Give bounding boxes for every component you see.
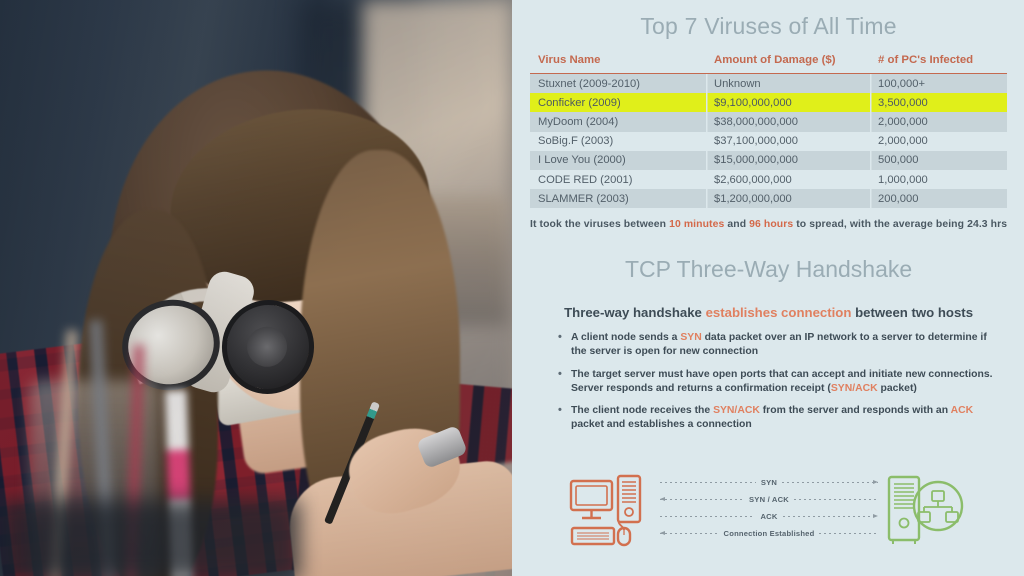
bullet-item: The client node receives the SYN/ACK fro…	[558, 403, 995, 432]
note-text-3: to spread, with the average being 24.3 h…	[793, 219, 1008, 231]
bullet-item: A client node sends a SYN data packet ov…	[558, 330, 995, 359]
bullet-text: A client node sends a	[571, 332, 681, 344]
handshake-messages: SYN SYN / ACK ACK Connection Established	[660, 474, 879, 552]
dash-left	[660, 533, 719, 534]
table-cell-damage: $1,200,000,000	[706, 189, 870, 209]
column-header-damage: Amount of Damage ($)	[706, 54, 870, 74]
table-row: SLAMMER (2003) $1,200,000,000 200,000	[530, 189, 1008, 209]
table-cell-damage: $9,100,000,000	[706, 93, 870, 113]
table-cell-infected: 1,000,000	[870, 170, 1007, 189]
table-cell-damage: $2,600,000,000	[706, 170, 870, 189]
viruses-note: It took the viruses between 10 minutes a…	[530, 219, 1007, 230]
content-panel: Top 7 Viruses of All Time Virus Name Amo…	[512, 0, 1024, 576]
dash-left	[660, 482, 756, 483]
viruses-title: Top 7 Viruses of All Time	[640, 13, 897, 39]
bullet-text: The client node receives the	[571, 404, 714, 416]
handshake-diagram: SYN SYN / ACK ACK Connection Established	[568, 472, 968, 554]
table-row: Stuxnet (2009-2010) Unknown 100,000+	[530, 74, 1008, 94]
note-highlight-hours: 96 hours	[749, 219, 794, 231]
bullet-highlight: ACK	[950, 404, 974, 416]
table-cell-damage: Unknown	[706, 74, 870, 94]
bullet-highlight: SYN	[680, 332, 702, 344]
table-cell-damage: $15,000,000,000	[706, 150, 870, 170]
table-cell-damage: $38,000,000,000	[706, 112, 870, 132]
bullet-text: packet)	[877, 382, 917, 394]
bullet-text: from the server and responds with an	[759, 404, 951, 416]
handshake-lead: Three-way handshake establishes connecti…	[512, 305, 1024, 320]
table-row: Conficker (2009) $9,100,000,000 3,500,000	[530, 93, 1008, 113]
message-label-syn: SYN	[760, 478, 778, 487]
table-cell-name: Conficker (2009)	[530, 93, 706, 113]
table-cell-name: SoBig.F (2003)	[538, 135, 614, 148]
viruses-table: Virus Name Amount of Damage ($) # of PC'…	[530, 54, 1008, 209]
table-row: MyDoom (2004) $38,000,000,000 2,000,000	[530, 112, 1008, 132]
bullet-item: The target server must have open ports t…	[558, 367, 995, 396]
dash-left	[660, 499, 745, 500]
table-cell-infected: 500,000	[870, 150, 1008, 170]
table-row: SoBig.F (2003) $37,100,000,000 2,000,000	[530, 132, 1007, 151]
table-cell-infected: 2,000,000	[870, 132, 1007, 151]
table-cell-infected: 3,500,000	[870, 93, 1008, 113]
dash-right	[782, 482, 878, 483]
bullet-text: The target server must have open ports t…	[571, 368, 993, 394]
bullet-highlight: SYN/ACK	[830, 382, 878, 394]
dash-right	[782, 516, 878, 517]
dash-right	[793, 499, 879, 500]
column-header-infected: # of PC's Infected	[870, 54, 1008, 74]
table-cell-name: MyDoom (2004)	[530, 112, 706, 132]
message-row-syn-ack: SYN / ACK	[660, 491, 879, 508]
message-label-connection-established: Connection Established	[723, 529, 815, 538]
handshake-bullets: A client node sends a SYN data packet ov…	[558, 330, 995, 432]
table-cell-name: I Love You (2000)	[530, 150, 706, 170]
hero-photo	[0, 0, 512, 576]
viruses-table-body: Stuxnet (2009-2010) Unknown 100,000+ Confic…	[530, 74, 1008, 209]
viruses-table-head: Virus Name Amount of Damage ($) # of PC'…	[530, 54, 1008, 74]
column-header-virus-name: Virus Name	[530, 54, 706, 74]
note-text-1: It took the viruses between	[530, 219, 670, 231]
table-cell-infected: 100,000+	[870, 74, 1008, 94]
message-row-connection-established: Connection Established	[660, 525, 878, 542]
client-computer-icon	[569, 474, 642, 547]
handshake-title: TCP Three-Way Handshake	[624, 256, 913, 283]
table-row: I Love You (2000) $15,000,000,000 500,000	[530, 150, 1008, 170]
lead-text-1: Three-way handshake	[564, 305, 706, 321]
message-label-syn-ack: SYN / ACK	[749, 495, 789, 504]
table-cell-name: Stuxnet (2009-2010)	[530, 74, 706, 94]
lead-text-2: between two hosts	[851, 305, 974, 321]
lead-highlight: establishes connection	[705, 305, 852, 321]
bullet-highlight: SYN/ACK	[713, 404, 760, 416]
table-cell-name: CODE RED (2001)	[538, 173, 633, 186]
bullet-text: packet and establishes a connection	[571, 419, 752, 431]
note-text-2: and	[724, 219, 750, 231]
table-cell-infected: 200,000	[870, 189, 1008, 209]
table-cell-damage: $37,100,000,000	[706, 132, 870, 151]
server-icon	[887, 475, 964, 544]
message-row-syn: SYN	[660, 474, 878, 491]
table-cell-infected: 2,000,000	[870, 112, 1008, 132]
note-highlight-min: 10 minutes	[669, 219, 725, 231]
table-header-row: Virus Name Amount of Damage ($) # of PC'…	[530, 54, 1008, 74]
table-cell-name: SLAMMER (2003)	[530, 189, 706, 209]
message-label-ack: ACK	[760, 512, 778, 521]
message-row-ack: ACK	[660, 508, 878, 525]
slide: Top 7 Viruses of All Time Virus Name Amo…	[0, 0, 1024, 576]
dash-left	[660, 516, 756, 517]
table-row: CODE RED (2001) $2,600,000,000 1,000,000	[530, 170, 1007, 189]
dash-right	[819, 533, 878, 534]
photo-foreground-shadow	[0, 500, 300, 576]
